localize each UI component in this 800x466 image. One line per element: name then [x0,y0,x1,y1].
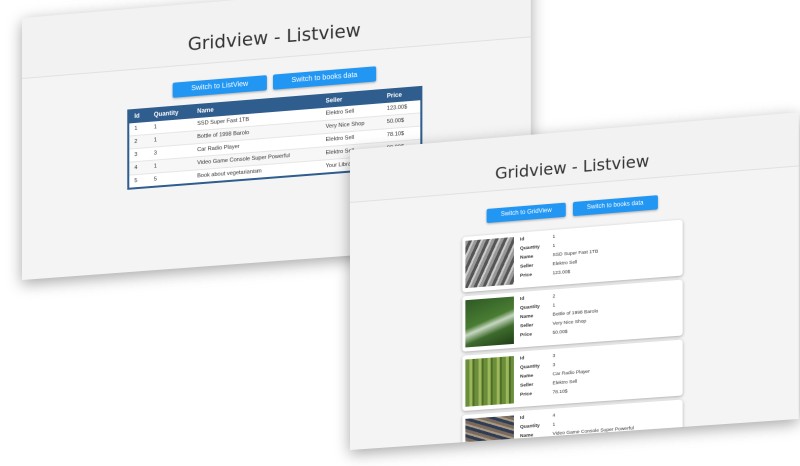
switch-to-books-button[interactable]: Switch to books data [273,66,376,89]
product-image [465,415,514,450]
label-quantity: Quantity [520,363,553,370]
list-item[interactable]: Id 2 Quantity 1 Name Bottle of 1998 Barolo … [462,280,682,352]
label-name: Name [520,372,553,379]
product-image [465,297,514,348]
product-details: Id 1 Quantity 1 Name SSD Super Fast 1TB Sel… [520,224,665,285]
label-seller: Seller [520,322,553,329]
product-list: Id 1 Quantity 1 Name SSD Super Fast 1TB Sel… [462,220,682,450]
label-quantity: Quantity [520,423,553,430]
label-price: Price [520,271,553,279]
label-id: Id [520,414,553,421]
product-details: Id 4 Quantity 1 Name Video Game Console Sup… [520,404,665,450]
product-image [465,356,514,407]
listview-title: Gridview - Listview [495,151,649,183]
label-name: Name [520,432,553,439]
label-price: Price [520,391,553,398]
label-seller: Seller [520,441,553,448]
product-details: Id 2 Quantity 1 Name Bottle of 1998 Barolo … [520,284,665,344]
cell-id: 5 [128,174,149,189]
label-id: Id [520,354,553,361]
value-seller: Elektro Sell [553,433,666,446]
label-name: Name [520,313,553,320]
switch-to-gridview-button[interactable]: Switch to GridView [487,203,566,224]
cell-quantity: 5 [149,170,192,187]
label-price: Price [520,331,553,338]
switch-to-books-button[interactable]: Switch to books data [573,195,658,216]
gridview-title: Gridview - Listview [188,20,361,55]
listview-window: Gridview - Listview Switch to GridView S… [350,112,799,450]
product-image [465,237,514,288]
list-item[interactable]: Id 3 Quantity 3 Name Car Radio Player Selle… [462,340,682,411]
switch-to-listview-button[interactable]: Switch to ListView [173,75,267,98]
product-details: Id 3 Quantity 3 Name Car Radio Player Selle… [520,344,665,404]
label-seller: Seller [520,381,553,388]
